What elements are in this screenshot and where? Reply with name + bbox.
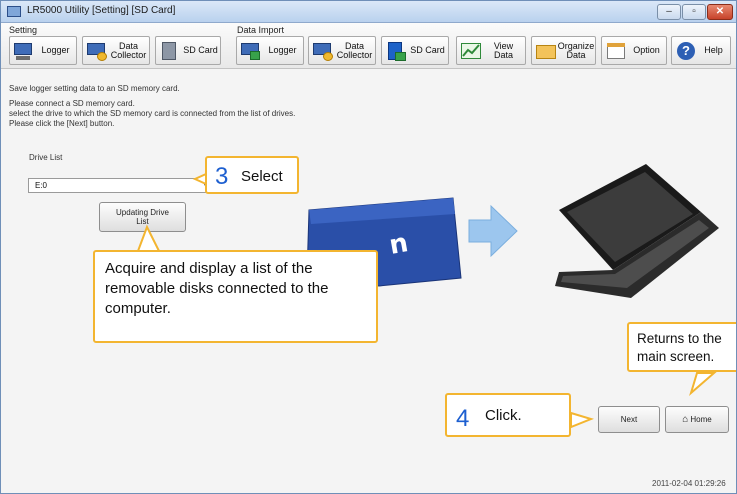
step-number: 3 xyxy=(215,163,229,190)
callout-text: Click. xyxy=(485,407,522,424)
select-callout: 3 Select xyxy=(205,156,299,194)
acquire-callout-pointer xyxy=(136,224,161,252)
acquire-callout: Acquire and display a list of the remova… xyxy=(93,250,378,343)
step-number: 4 xyxy=(456,405,470,432)
returns-callout: Returns to the main screen. xyxy=(627,322,736,372)
callout-pointers xyxy=(136,172,717,429)
returns-callout-pointer xyxy=(689,372,717,397)
click-callout: 4 Click. xyxy=(445,393,571,437)
callout-text: Select xyxy=(241,168,283,185)
click-callout-pointer xyxy=(570,411,595,429)
app-window: LR5000 Utility [Setting] [SD Card] – ▫ ✕… xyxy=(0,0,737,494)
